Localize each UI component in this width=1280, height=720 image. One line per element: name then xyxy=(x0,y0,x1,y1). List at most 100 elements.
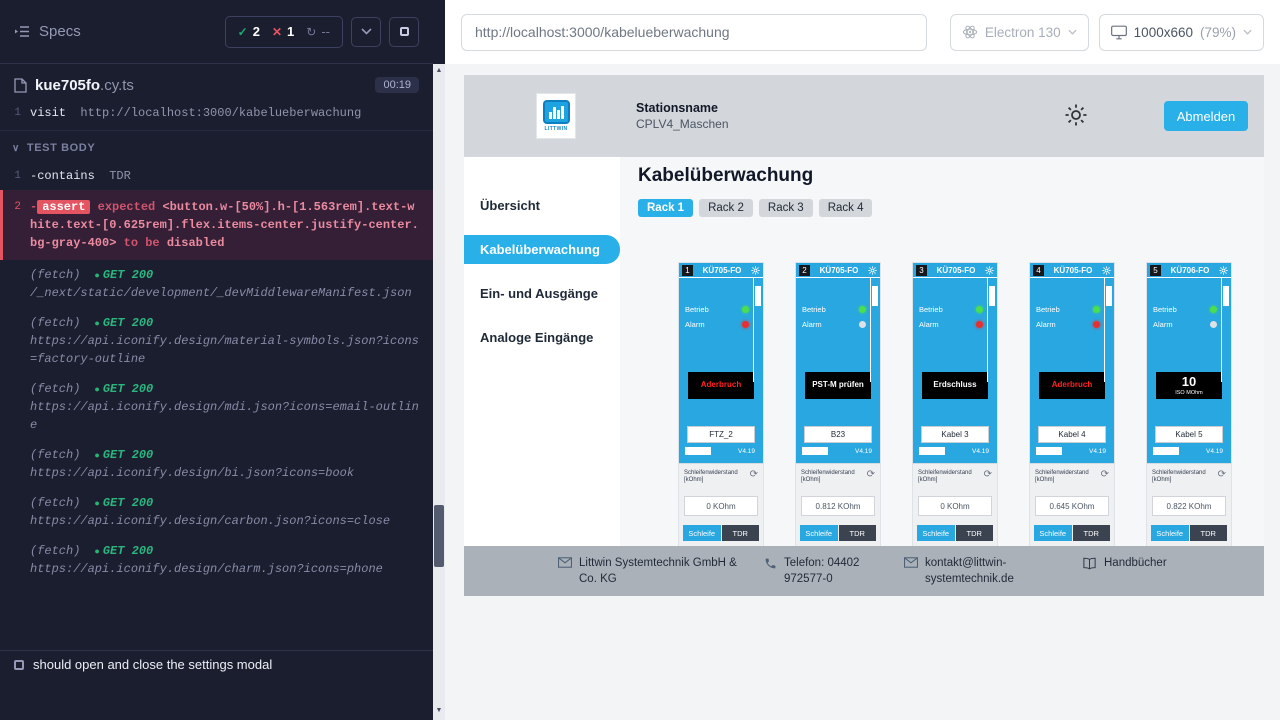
betrieb-led xyxy=(1093,306,1100,313)
schleife-button[interactable]: Schleife xyxy=(1034,525,1072,541)
aut-toolbar: Electron 130 1000x660 (79%) xyxy=(445,0,1280,64)
alarm-label: Alarm xyxy=(1036,320,1056,329)
cable-name-field[interactable]: FTZ_2 xyxy=(687,426,755,443)
viewport-select[interactable]: 1000x660 (79%) xyxy=(1099,14,1264,51)
footer-email[interactable]: kontakt@littwin-systemtechnik.de xyxy=(904,556,1026,587)
refresh-icon[interactable]: ⟳ xyxy=(867,470,875,480)
logout-button[interactable]: Abmelden xyxy=(1164,101,1248,131)
sidebar-item-analoge-eingaenge[interactable]: Analoge Eingänge xyxy=(464,323,620,352)
resistance-label: Schleifenwiderstand [kOhm] xyxy=(801,470,863,484)
cable-name-field[interactable]: Kabel 5 xyxy=(1155,426,1223,443)
alarm-led xyxy=(742,321,749,328)
settings-gear-icon[interactable] xyxy=(1064,103,1088,132)
stop-icon xyxy=(400,27,409,36)
electron-icon xyxy=(962,24,978,40)
card-settings-icon[interactable] xyxy=(985,266,994,275)
log-fetch[interactable]: (fetch)●GET 200 https://api.iconify.desi… xyxy=(0,374,433,440)
schleife-button[interactable]: Schleife xyxy=(800,525,838,541)
pending-icon: ↻ xyxy=(306,25,316,39)
spec-header[interactable]: kue705fo.cy.ts 00:19 xyxy=(0,64,433,106)
schleife-button[interactable]: Schleife xyxy=(683,525,721,541)
tdr-button[interactable]: TDR xyxy=(1190,525,1228,541)
failed-stat: ✕1 xyxy=(272,24,294,39)
card-settings-icon[interactable] xyxy=(1219,266,1228,275)
log-contains-command[interactable]: 1 -contains TDR xyxy=(0,164,433,188)
tdr-button[interactable]: TDR xyxy=(839,525,877,541)
collapse-button[interactable] xyxy=(351,17,381,47)
status-display: Aderbruch xyxy=(688,372,754,399)
littwin-logo: LITTWIN xyxy=(536,93,576,139)
log-fetch[interactable]: (fetch)●GET 200 /_next/static/developmen… xyxy=(0,260,433,308)
card-model: KÜ705-FO xyxy=(695,266,749,275)
cable-name-field[interactable]: Kabel 3 xyxy=(921,426,989,443)
status-display: Aderbruch xyxy=(1039,372,1105,399)
footer-manuals-link[interactable]: Handbücher xyxy=(1082,556,1167,572)
sidebar-item-ein-und-ausgaenge[interactable]: Ein- und Ausgänge xyxy=(464,279,620,308)
schleife-button[interactable]: Schleife xyxy=(917,525,955,541)
station-info: Stationsname CPLV4_Maschen xyxy=(636,101,729,131)
status-dot-icon: ● xyxy=(94,547,99,557)
sidebar-item-kabelueberwachung[interactable]: Kabelüberwachung xyxy=(464,235,620,264)
test-body-section[interactable]: ∨ TEST BODY xyxy=(0,131,433,164)
card-settings-icon[interactable] xyxy=(1102,266,1111,275)
scroll-down-icon[interactable]: ▼ xyxy=(433,704,445,717)
card-model: KÜ705-FO xyxy=(929,266,983,275)
sidebar-item-uebersicht[interactable]: Übersicht xyxy=(464,191,620,220)
tab-rack-3[interactable]: Rack 3 xyxy=(759,199,813,217)
refresh-icon[interactable]: ⟳ xyxy=(1101,470,1109,480)
log-fetch[interactable]: (fetch)●GET 200 https://api.iconify.desi… xyxy=(0,488,433,536)
resistance-label: Schleifenwiderstand [kOhm] xyxy=(684,470,746,484)
resistance-value: 0 KOhm xyxy=(684,496,758,516)
cable-name-field[interactable]: B23 xyxy=(804,426,872,443)
browser-select[interactable]: Electron 130 xyxy=(950,14,1089,51)
fiber-port xyxy=(872,286,878,306)
log-assert-failed[interactable]: 2 -assert expected <button.w-[50%].h-[1.… xyxy=(0,190,433,260)
status-dot-icon: ● xyxy=(94,451,99,461)
chevron-down-icon xyxy=(1243,29,1252,35)
card-settings-icon[interactable] xyxy=(868,266,877,275)
log-visit-command[interactable]: 1 visit http://localhost:3000/kabelueber… xyxy=(0,106,433,131)
fiber-port xyxy=(1223,286,1229,306)
card-number: 5 xyxy=(1150,265,1161,276)
spec-duration: 00:19 xyxy=(375,77,419,93)
tab-rack-1[interactable]: Rack 1 xyxy=(638,199,693,217)
email-icon xyxy=(904,557,918,568)
next-test-row[interactable]: should open and close the settings modal xyxy=(0,650,433,678)
schleife-button[interactable]: Schleife xyxy=(1151,525,1189,541)
scroll-up-icon[interactable]: ▲ xyxy=(433,64,445,77)
card-port-column xyxy=(1221,278,1231,382)
specs-button[interactable]: Specs xyxy=(14,23,81,40)
card-settings-icon[interactable] xyxy=(751,266,760,275)
refresh-icon[interactable]: ⟳ xyxy=(1218,470,1226,480)
app-footer: Littwin Systemtechnik GmbH & Co. KG Tele… xyxy=(464,546,1264,596)
tdr-button[interactable]: TDR xyxy=(1073,525,1111,541)
pending-stat: ↻-- xyxy=(306,24,330,39)
log-fetch[interactable]: (fetch)●GET 200 https://api.iconify.desi… xyxy=(0,536,433,584)
reporter-scrollbar[interactable]: ▲ ▼ xyxy=(433,0,445,720)
scrollbar-thumb[interactable] xyxy=(434,505,444,567)
cable-name-field[interactable]: Kabel 4 xyxy=(1038,426,1106,443)
display-window xyxy=(802,447,828,455)
resistance-value: 0.812 KOhm xyxy=(801,496,875,516)
tdr-button[interactable]: TDR xyxy=(956,525,994,541)
log-fetch[interactable]: (fetch)●GET 200 https://api.iconify.desi… xyxy=(0,440,433,488)
refresh-icon[interactable]: ⟳ xyxy=(750,470,758,480)
refresh-icon[interactable]: ⟳ xyxy=(984,470,992,480)
status-display: 10ISO MOhm xyxy=(1156,372,1222,399)
betrieb-led xyxy=(976,306,983,313)
email-icon xyxy=(558,557,572,568)
tdr-button[interactable]: TDR xyxy=(722,525,760,541)
tab-rack-4[interactable]: Rack 4 xyxy=(819,199,873,217)
url-input[interactable] xyxy=(461,14,927,51)
betrieb-label: Betrieb xyxy=(919,305,943,314)
passed-stat: ✓2 xyxy=(238,24,260,39)
betrieb-led xyxy=(742,306,749,313)
log-fetch[interactable]: (fetch)●GET 200 https://api.iconify.desi… xyxy=(0,308,433,374)
card-number: 3 xyxy=(916,265,927,276)
station-label: Stationsname xyxy=(636,101,729,115)
device-card: 2 KÜ705-FO Betrieb Alarm PST-M prüfen B2… xyxy=(795,262,881,546)
tab-rack-2[interactable]: Rack 2 xyxy=(699,199,753,217)
stop-button[interactable] xyxy=(389,17,419,47)
alarm-label: Alarm xyxy=(802,320,822,329)
resistance-value: 0.822 KOhm xyxy=(1152,496,1226,516)
